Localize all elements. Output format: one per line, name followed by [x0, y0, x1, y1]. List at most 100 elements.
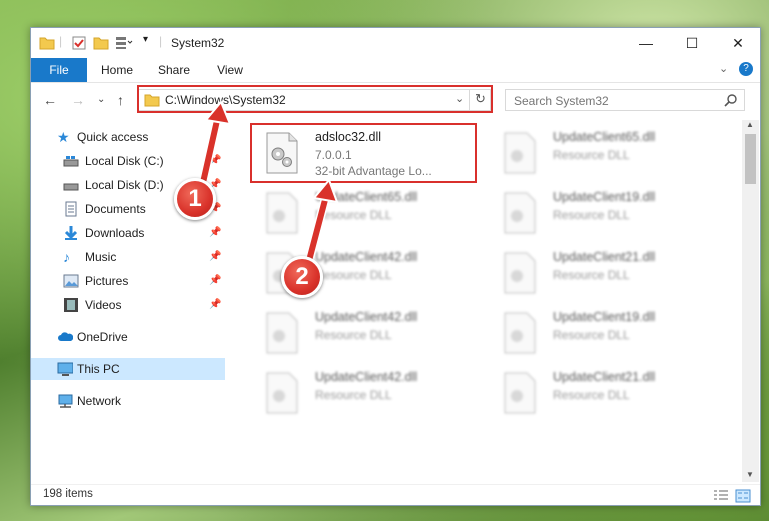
forward-arrow-icon[interactable]: →: [71, 92, 85, 108]
status-bar: 198 items: [31, 484, 760, 507]
drive-icon: [63, 156, 79, 167]
dll-file-icon: [266, 312, 298, 354]
sidebar-item-label: Local Disk (D:): [85, 178, 164, 192]
details-view-icon[interactable]: [713, 489, 729, 503]
file-item[interactable]: UpdateClient42.dll Resource DLL: [251, 366, 471, 422]
customize-toolbar-icon[interactable]: [115, 35, 133, 51]
ribbon-tabs: File Home Share View ⌄ ?: [31, 58, 760, 83]
drive-icon: [63, 183, 79, 191]
computer-icon: [57, 362, 73, 376]
vertical-scrollbar[interactable]: ▲ ▼: [742, 120, 759, 482]
network-icon: [58, 394, 73, 408]
scroll-down-icon[interactable]: ▼: [746, 470, 754, 479]
expand-ribbon-icon[interactable]: ⌄: [719, 62, 728, 75]
dll-file-icon: [504, 132, 536, 174]
file-name: UpdateClient65.dll: [315, 190, 418, 204]
file-type: Resource DLL: [553, 328, 630, 342]
sidebar-item-videos[interactable]: Videos 📌: [31, 294, 227, 316]
window-title: System32: [171, 36, 225, 50]
file-name: UpdateClient42.dll: [315, 250, 418, 264]
file-name: UpdateClient42.dll: [315, 370, 418, 384]
music-icon: ♪: [63, 249, 70, 265]
file-type: Resource DLL: [553, 208, 630, 222]
sidebar-item-quick-access[interactable]: ★ Quick access: [31, 126, 227, 148]
file-item[interactable]: UpdateClient65.dll Resource DLL: [251, 186, 471, 242]
properties-check-icon[interactable]: [71, 35, 87, 51]
file-name: UpdateClient19.dll: [553, 310, 656, 324]
file-type: Resource DLL: [553, 148, 630, 162]
cloud-icon: [58, 332, 73, 341]
sidebar-item-label: This PC: [77, 362, 120, 376]
dll-file-icon: [504, 312, 536, 354]
dll-file-icon: [504, 372, 536, 414]
downloads-icon: [64, 226, 78, 240]
annotation-badge-1: 1: [174, 178, 216, 220]
scrollbar-thumb[interactable]: [745, 134, 756, 184]
item-count: 198 items: [43, 488, 93, 500]
navigation-pane: ★ Quick access Local Disk (C:) 📌 Local D…: [31, 120, 227, 480]
close-icon: ✕: [732, 35, 744, 51]
file-item[interactable]: UpdateClient21.dll Resource DLL: [489, 366, 709, 422]
sidebar-item-music[interactable]: ♪ Music 📌: [31, 246, 227, 268]
file-item[interactable]: UpdateClient19.dll Resource DLL: [489, 186, 709, 242]
sidebar-item-onedrive[interactable]: OneDrive: [31, 326, 227, 348]
tab-view[interactable]: View: [207, 58, 253, 82]
file-name: UpdateClient19.dll: [553, 190, 656, 204]
tab-home[interactable]: Home: [93, 58, 141, 82]
toolbar-separator: |: [59, 34, 63, 48]
file-item[interactable]: UpdateClient65.dll Resource DLL: [489, 126, 709, 182]
search-input[interactable]: [512, 92, 716, 110]
close-button[interactable]: ✕: [715, 28, 761, 58]
tab-file[interactable]: File: [31, 58, 87, 82]
maximize-button[interactable]: ☐: [669, 28, 715, 58]
file-item[interactable]: UpdateClient21.dll Resource DLL: [489, 246, 709, 302]
pin-icon[interactable]: 📌: [209, 294, 221, 316]
sidebar-item-this-pc[interactable]: This PC: [31, 358, 225, 380]
up-arrow-icon[interactable]: ↑: [117, 92, 124, 108]
pictures-icon: [63, 274, 79, 288]
file-name: UpdateClient21.dll: [553, 370, 656, 384]
pin-icon[interactable]: 📌: [209, 222, 221, 244]
file-type: Resource DLL: [553, 388, 630, 402]
quick-access-dropdown-icon[interactable]: ▾: [143, 34, 148, 50]
sidebar-item-downloads[interactable]: Downloads 📌: [31, 222, 227, 244]
sidebar-item-label: Documents: [85, 202, 146, 216]
new-folder-icon[interactable]: [93, 35, 109, 51]
annotation-badge-2: 2: [281, 256, 323, 298]
sidebar-item-label: Videos: [85, 298, 122, 312]
dll-file-icon: [266, 372, 298, 414]
folder-icon: [39, 37, 55, 50]
minimize-icon: —: [639, 35, 653, 51]
sidebar-item-label: Downloads: [85, 226, 145, 240]
file-item[interactable]: UpdateClient19.dll Resource DLL: [489, 306, 709, 362]
sidebar-item-local-disk-c[interactable]: Local Disk (C:) 📌: [31, 150, 227, 172]
search-box[interactable]: [505, 89, 745, 111]
file-type: Resource DLL: [315, 328, 392, 342]
sidebar-item-pictures[interactable]: Pictures 📌: [31, 270, 227, 292]
file-highlight-box: [250, 123, 477, 183]
help-icon[interactable]: ?: [739, 62, 753, 76]
file-type: Resource DLL: [553, 268, 630, 282]
minimize-button[interactable]: —: [623, 28, 669, 58]
sidebar-item-label: Music: [85, 250, 117, 264]
sidebar-item-label: Pictures: [85, 274, 129, 288]
scroll-up-icon[interactable]: ▲: [746, 120, 754, 129]
pin-icon[interactable]: 📌: [209, 270, 221, 292]
tab-share[interactable]: Share: [151, 58, 197, 82]
sidebar-item-label: Network: [77, 394, 122, 408]
maximize-icon: ☐: [685, 35, 699, 51]
pin-icon[interactable]: 📌: [209, 246, 221, 268]
pin-icon[interactable]: 📌: [209, 150, 221, 172]
recent-locations-icon[interactable]: ⌄: [97, 94, 105, 105]
address-highlight-box: [137, 85, 493, 113]
file-name: UpdateClient42.dll: [315, 310, 418, 324]
star-icon: ★: [57, 129, 70, 145]
large-icons-view-icon[interactable]: [735, 489, 751, 503]
back-arrow-icon[interactable]: ←: [43, 92, 57, 108]
sidebar-item-network[interactable]: Network: [31, 390, 227, 412]
file-type: Resource DLL: [315, 268, 392, 282]
videos-icon: [64, 298, 78, 312]
toolbar-separator: |: [159, 34, 163, 48]
sidebar-item-label: Quick access: [77, 130, 149, 144]
file-item[interactable]: UpdateClient42.dll Resource DLL: [251, 306, 471, 362]
